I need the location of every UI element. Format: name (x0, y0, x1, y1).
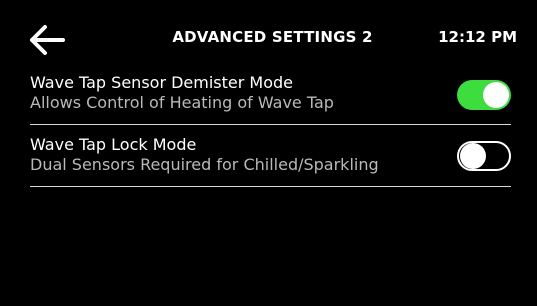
divider (30, 186, 511, 187)
settings-screen: ADVANCED SETTINGS 2 12:12 PM Wave Tap Se… (0, 0, 537, 306)
header-bar: ADVANCED SETTINGS 2 12:12 PM (0, 0, 537, 72)
toggle-knob (483, 82, 509, 108)
toggle-knob (460, 143, 486, 169)
arrow-left-icon (30, 25, 65, 55)
divider (30, 124, 511, 125)
demister-mode-toggle[interactable] (457, 80, 511, 110)
page-title: ADVANCED SETTINGS 2 (172, 28, 373, 46)
lock-mode-toggle[interactable] (457, 141, 511, 171)
clock-time: 12:12 PM (438, 28, 517, 46)
setting-row-demister-mode: Wave Tap Sensor Demister Mode Allows Con… (30, 73, 511, 125)
setting-title: Wave Tap Lock Mode (30, 135, 197, 154)
setting-description: Dual Sensors Required for Chilled/Sparkl… (30, 155, 379, 174)
setting-row-lock-mode: Wave Tap Lock Mode Dual Sensors Required… (30, 135, 511, 187)
setting-description: Allows Control of Heating of Wave Tap (30, 93, 334, 112)
setting-title: Wave Tap Sensor Demister Mode (30, 73, 294, 92)
back-button[interactable] (28, 22, 66, 58)
